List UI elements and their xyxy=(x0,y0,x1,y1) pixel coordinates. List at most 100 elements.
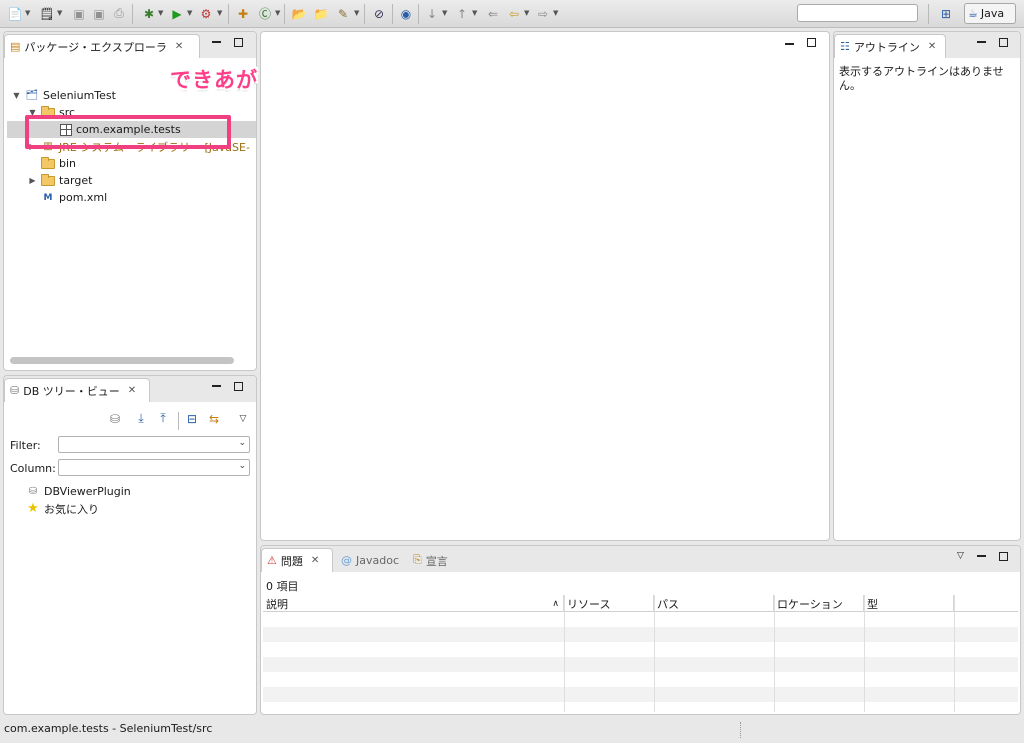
outline-message: 表示するアウトラインはありません。 xyxy=(839,65,1004,92)
toggle-mark-icon[interactable]: ⊘ xyxy=(370,5,388,22)
open-perspective-icon[interactable]: ⊞ xyxy=(937,5,955,22)
tab-outline[interactable]: ☷ アウトライン ✕ xyxy=(834,34,946,58)
tree-item-project[interactable]: ▼ 🗂 SeleniumTest xyxy=(12,87,116,104)
tree-item-label: お気に入り xyxy=(44,502,99,516)
column-label: Column: xyxy=(10,462,56,475)
new-package-dropdown-icon[interactable]: ▼ xyxy=(57,9,62,17)
export-icon[interactable]: ⤒ xyxy=(154,410,172,427)
prev-annotation-icon[interactable]: ↑ xyxy=(453,5,471,22)
outline-icon: ☷ xyxy=(840,40,850,53)
tab-db-tree[interactable]: ⛁ DB ツリー・ビュー ✕ xyxy=(4,378,150,402)
maximize-icon[interactable] xyxy=(999,552,1008,561)
maximize-icon[interactable] xyxy=(234,38,243,47)
minimize-icon[interactable] xyxy=(977,41,986,43)
maximize-icon[interactable] xyxy=(999,38,1008,47)
run-icon[interactable]: ▶ xyxy=(168,5,186,22)
at-icon: @ xyxy=(341,554,352,567)
close-icon[interactable]: ✕ xyxy=(128,385,136,396)
column-header-location[interactable]: ロケーション xyxy=(774,595,864,612)
minimize-icon[interactable] xyxy=(212,385,221,387)
close-icon[interactable]: ✕ xyxy=(928,41,936,52)
search-dropdown-icon[interactable]: ▼ xyxy=(354,9,359,17)
chevron-down-icon[interactable]: ⌄ xyxy=(238,438,246,448)
open-type-icon[interactable]: 📂 xyxy=(290,5,308,22)
filter-combo[interactable]: ⌄ xyxy=(58,436,250,453)
print-icon[interactable]: ⎙ xyxy=(110,5,128,22)
collapse-all-icon[interactable]: ⊟ xyxy=(183,410,201,427)
problems-count: 0 項目 xyxy=(266,580,299,593)
debug-dropdown-icon[interactable]: ▼ xyxy=(158,9,163,17)
column-header-path[interactable]: パス xyxy=(654,595,774,612)
tab-declaration[interactable]: ⎘ 宣言 xyxy=(413,553,448,569)
java-perspective-button[interactable]: ☕ Java xyxy=(964,3,1016,24)
quick-access-input[interactable] xyxy=(797,4,918,22)
import-icon[interactable]: ⤓ xyxy=(132,410,150,427)
sort-ascending-icon: ∧ xyxy=(552,598,559,609)
maximize-icon[interactable] xyxy=(234,382,243,391)
open-task-icon[interactable]: 📁 xyxy=(312,5,330,22)
chevron-down-icon[interactable]: ⌄ xyxy=(238,461,246,471)
column-header-type[interactable]: 型 xyxy=(864,595,954,612)
new-java-project-icon[interactable]: ✚ xyxy=(234,5,252,22)
column-header-resource[interactable]: リソース xyxy=(564,595,654,612)
column-combo[interactable]: ⌄ xyxy=(58,459,250,476)
close-icon[interactable]: ✕ xyxy=(175,41,183,52)
database-icon: ⛁ xyxy=(28,486,38,497)
folder-icon xyxy=(41,173,55,187)
tree-item-label: bin xyxy=(59,157,77,170)
java-perspective-label: Java xyxy=(980,7,1005,20)
package-explorer-icon: ▤ xyxy=(10,40,21,53)
save-all-icon[interactable]: ▣ xyxy=(90,5,108,22)
column-header-description[interactable]: 説明 ∧ xyxy=(263,595,564,612)
declaration-icon: ⎘ xyxy=(413,553,422,566)
new-package-icon[interactable]: 🗒 xyxy=(38,5,56,22)
add-database-icon[interactable]: ⛁ xyxy=(106,410,124,427)
new-class-icon[interactable]: Ⓒ xyxy=(256,5,274,22)
last-edit-icon[interactable]: ⇐ xyxy=(484,5,502,22)
forward-dropdown-icon[interactable]: ▼ xyxy=(553,9,558,17)
tree-item-pom[interactable]: M pom.xml xyxy=(28,189,108,206)
tab-label: 宣言 xyxy=(425,555,448,568)
tree-item-label: pom.xml xyxy=(59,191,108,204)
tree-item-bin[interactable]: bin xyxy=(28,155,76,172)
search-icon[interactable]: ✎ xyxy=(334,5,352,22)
new-dropdown-icon[interactable]: ▼ xyxy=(25,9,30,17)
external-tools-dropdown-icon[interactable]: ▼ xyxy=(217,9,222,17)
forward-icon[interactable]: ⇨ xyxy=(534,5,552,22)
external-tools-icon[interactable]: ⚙ xyxy=(197,5,215,22)
tab-javadoc[interactable]: @ Javadoc xyxy=(341,554,399,567)
new-icon[interactable]: 📄 xyxy=(6,5,24,22)
next-annotation-dropdown-icon[interactable]: ▼ xyxy=(442,9,447,17)
outline-title: アウトライン xyxy=(853,40,920,54)
back-icon[interactable]: ⇦ xyxy=(505,5,523,22)
close-icon[interactable]: ✕ xyxy=(311,555,319,566)
tree-item-target[interactable]: ▶ target xyxy=(28,172,92,189)
tab-problems[interactable]: ⚠ 問題 ✕ xyxy=(261,548,333,572)
maximize-icon[interactable] xyxy=(807,38,816,47)
table-row xyxy=(263,627,1018,642)
tab-package-explorer[interactable]: ▤ パッケージ・エクスプローラ ✕ xyxy=(4,34,200,58)
collapsed-twisty-icon[interactable]: ▶ xyxy=(28,176,37,185)
web-browser-icon[interactable]: ◉ xyxy=(397,5,415,22)
minimize-icon[interactable] xyxy=(785,43,794,45)
expanded-twisty-icon[interactable]: ▼ xyxy=(12,91,21,100)
tab-label: 問題 xyxy=(280,554,303,568)
main-toolbar: 📄 ▼ 🗒 ▼ ▣ ▣ ⎙ ✱ ▼ ▶ ▼ ⚙ ▼ ✚ Ⓒ ▼ 📂 📁 ✎ ▼ … xyxy=(0,0,1024,28)
view-menu-icon[interactable]: ▽ xyxy=(234,410,252,427)
back-dropdown-icon[interactable]: ▼ xyxy=(524,9,529,17)
view-menu-icon[interactable]: ▽ xyxy=(957,551,964,561)
debug-icon[interactable]: ✱ xyxy=(140,5,158,22)
prev-annotation-dropdown-icon[interactable]: ▼ xyxy=(472,9,477,17)
new-class-dropdown-icon[interactable]: ▼ xyxy=(275,9,280,17)
tree-item-dbviewer[interactable]: ⛁ DBViewerPlugin xyxy=(26,483,131,500)
save-icon[interactable]: ▣ xyxy=(70,5,88,22)
next-annotation-icon[interactable]: ↓ xyxy=(423,5,441,22)
tree-item-favorites[interactable]: ★ お気に入り xyxy=(26,500,99,517)
status-separator xyxy=(740,722,742,738)
run-dropdown-icon[interactable]: ▼ xyxy=(187,9,192,17)
minimize-icon[interactable] xyxy=(977,555,986,557)
horizontal-scrollbar[interactable] xyxy=(10,357,234,364)
editor-area[interactable] xyxy=(260,31,830,541)
minimize-icon[interactable] xyxy=(212,41,221,43)
link-editor-icon[interactable]: ⇆ xyxy=(205,410,223,427)
